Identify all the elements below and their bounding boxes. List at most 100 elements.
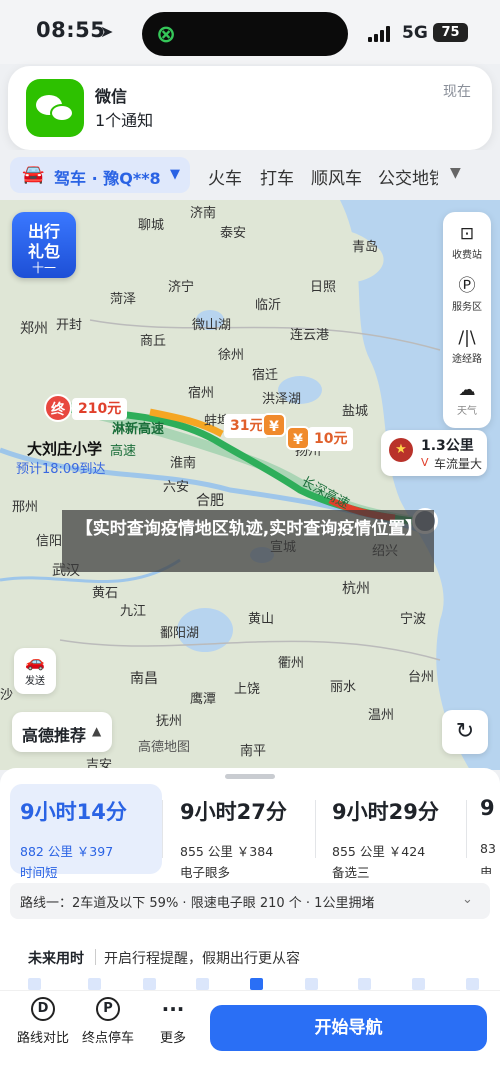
city-label: 鹰潭 (190, 692, 217, 707)
tab-train[interactable]: 火车 (208, 164, 242, 189)
toll-station-icon: ⊡ (459, 224, 475, 244)
map-view[interactable]: 济南 青岛 聊城 泰安 日照 菏泽 济宁 临沂 郑州 开封 商丘 徐州 连云港 … (0, 200, 500, 770)
toll-station-button[interactable]: ⊡ 收费站 (443, 218, 491, 268)
city-label: 宿迁 (252, 368, 279, 383)
banner-text: 【实时查询疫情地区轨迹,实时查询疫情位置】 (75, 519, 423, 539)
city-label: 九江 (120, 604, 147, 619)
tab-taxi[interactable]: 打车 (260, 164, 294, 189)
city-label: 日照 (310, 280, 337, 295)
car-icon: 🚘 (22, 164, 45, 185)
city-label: 连云港 (290, 328, 330, 343)
tab-carpool[interactable]: 顺风车 (311, 164, 362, 189)
city-label: 临沂 (255, 298, 282, 313)
service-area-icon: Ⓟ (458, 276, 476, 296)
transport-mode-bar: 🚘 驾车 · 豫Q**8 ▼ 火车 打车 顺风车 公交地铁 ▼ (0, 150, 500, 200)
route-option[interactable]: 9小时27分 855 公里 ￥384 电子眼多 (170, 784, 315, 880)
city-label: 衢州 (278, 656, 305, 671)
route-compare-button[interactable]: D 路线对比 (8, 997, 78, 1046)
city-label: 杭州 (342, 581, 370, 597)
tab-transit[interactable]: 公交地铁 (378, 164, 438, 189)
map-watermark: 高德地图 (138, 740, 191, 755)
city-label: 丽水 (330, 680, 357, 695)
city-label: 郑州 (20, 321, 48, 337)
status-time: 08:55 (36, 18, 106, 42)
route-option[interactable]: 9小时29分 855 公里 ￥424 备选三 (322, 784, 467, 880)
city-label: 上饶 (234, 682, 261, 697)
gaode-recommend-dropdown[interactable]: 高德推荐 ▲ (12, 712, 112, 752)
city-label: 菏泽 (110, 292, 137, 307)
bottom-action-bar: D 路线对比 P 终点停车 ··· 更多 开始导航 (0, 990, 500, 1083)
notification-app-name: 微信 (95, 87, 128, 106)
city-label: 聊城 (138, 218, 165, 233)
route-info-bar[interactable]: 路线一：2车道及以下 59% · 限速电子眼 210 个 · 1公里拥堵 ⌄ (10, 883, 490, 919)
road-label: 淋新高速 (112, 422, 165, 437)
send-car-button[interactable]: 🚗 发送 (14, 648, 56, 694)
refresh-icon: ↻ (455, 719, 475, 744)
end-marker[interactable]: 终 (44, 394, 72, 422)
tab-drive[interactable]: 🚘 驾车 · 豫Q**8 ▼ (10, 157, 190, 193)
toll-station-icon[interactable]: ¥ (262, 413, 286, 437)
drive-label: 驾车 · 豫Q**8 (54, 169, 161, 188)
end-toll-cost: 210元 (72, 398, 128, 420)
more-dots-icon: ··· (161, 997, 185, 1021)
route-road-icon: /|\ (458, 328, 476, 348)
city-label: 沙 (0, 688, 14, 703)
end-parking-button[interactable]: P 终点停车 (73, 997, 143, 1046)
city-label: 南平 (240, 744, 267, 759)
chevron-down-icon[interactable]: ▼ (450, 165, 461, 181)
traffic-card[interactable]: ★ 1.3公里 V 车流量大 (381, 430, 487, 476)
signal-icon (368, 26, 390, 42)
weather-button[interactable]: ☁ 天气 (443, 374, 491, 424)
destination-name: 大刘庄小学 (27, 440, 103, 458)
city-label: 黄山 (248, 612, 275, 627)
city-label: 青岛 (352, 240, 379, 255)
network-type: 5G (402, 23, 428, 43)
refresh-button[interactable]: ↻ (442, 710, 488, 754)
wechat-notification[interactable]: 微信 1个通知 现在 (8, 66, 492, 150)
city-label: 信阳 (36, 534, 63, 549)
chevron-down-icon: ⌄ (462, 892, 473, 907)
route-road-button[interactable]: /|\ 途经路 (443, 322, 491, 372)
eta-label: 预计18:09到达 (16, 462, 106, 477)
notification-time: 现在 (443, 84, 471, 100)
status-bar: 08:55 ➤ ⊗ 5G 75 (0, 0, 500, 64)
dynamic-island: ⊗ (142, 12, 348, 56)
city-label: 合肥 (196, 493, 224, 509)
city-label: 盐城 (342, 404, 369, 419)
city-label: 六安 (163, 480, 190, 495)
route-option[interactable]: 9小时14分 882 公里 ￥397 时间短 (10, 784, 162, 880)
trip-reminder-link[interactable]: 开启行程提醒，假期出行更从容 (104, 948, 300, 968)
road-label: 高速 (110, 444, 137, 459)
overlay-banner: 【实时查询疫情地区轨迹,实时查询疫情位置】 (62, 510, 434, 572)
city-label: 淮南 (170, 456, 197, 471)
city-label: 抚州 (156, 714, 183, 729)
route-compare-icon: D (31, 997, 55, 1021)
traffic-text: 车流量大 (434, 457, 483, 471)
toll-station-icon[interactable]: ¥ (286, 426, 310, 450)
traffic-v-badge: V (421, 456, 429, 469)
city-label: 南昌 (130, 671, 158, 687)
city-label: 济南 (190, 206, 217, 221)
city-label: 邢州 (12, 500, 39, 515)
map-tool-panel: ⊡ 收费站 Ⓟ 服务区 /|\ 途经路 ☁ 天气 (443, 212, 491, 428)
sheet-handle[interactable] (225, 774, 275, 779)
service-area-button[interactable]: Ⓟ 服务区 (443, 270, 491, 320)
toll-cost-label: 10元 (308, 427, 354, 451)
more-button[interactable]: ··· 更多 (138, 997, 208, 1046)
travel-gift-button[interactable]: 出行 礼包 十一 (12, 212, 76, 278)
battery-indicator: 75 (433, 23, 468, 42)
car-send-icon: 🚗 (25, 652, 45, 671)
route-option[interactable]: 9 83 电 (474, 784, 500, 874)
city-label: 开封 (56, 318, 83, 333)
city-label: 宿州 (188, 386, 215, 401)
city-label: 泰安 (220, 226, 247, 241)
city-label: 宁波 (400, 612, 427, 627)
city-label: 微山湖 (192, 318, 232, 333)
location-arrow-icon: ➤ (100, 22, 114, 41)
city-label: 徐州 (218, 348, 245, 363)
future-time-bars (28, 978, 488, 990)
notification-body: 1个通知 (95, 111, 154, 130)
city-label: 温州 (368, 708, 395, 723)
start-navigation-button[interactable]: 开始导航 (210, 1005, 487, 1051)
city-label: 洪泽湖 (262, 392, 302, 407)
